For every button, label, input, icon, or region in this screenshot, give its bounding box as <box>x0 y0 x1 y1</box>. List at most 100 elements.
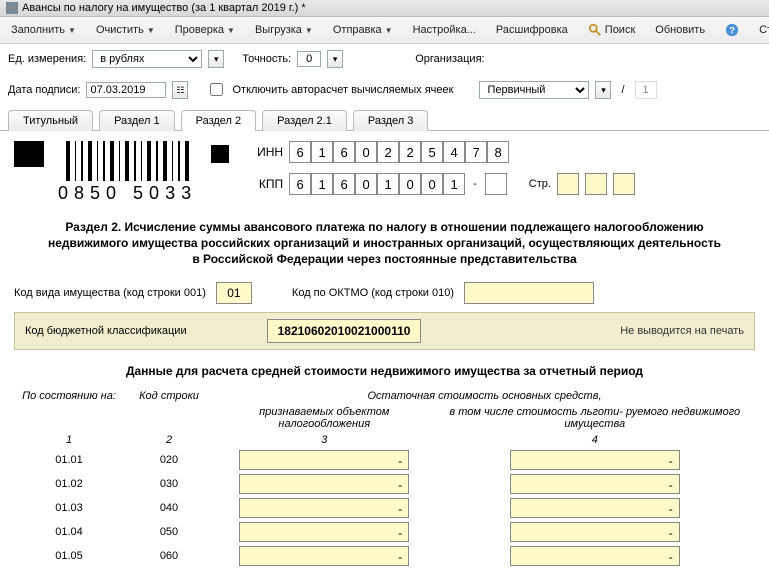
row-code: 050 <box>124 520 214 544</box>
inn-digit[interactable]: 2 <box>377 141 399 163</box>
tab-section2[interactable]: Раздел 2 <box>181 110 257 131</box>
kind-select[interactable]: Первичный <box>479 81 589 99</box>
row-val3[interactable]: - <box>239 474 409 494</box>
kpp-digit[interactable]: 0 <box>355 173 377 195</box>
property-kind-value[interactable]: 01 <box>216 282 252 304</box>
row-date: 01.01 <box>14 448 124 472</box>
table-row: 01.04050 - - <box>14 520 755 544</box>
kpp-digit[interactable]: 1 <box>311 173 333 195</box>
kbk-label: Код бюджетной классификации <box>25 325 187 337</box>
clear-button[interactable]: Очистить▼ <box>89 20 162 40</box>
kbk-value[interactable]: 18210602010021000110 <box>267 319 422 343</box>
tab-section1[interactable]: Раздел 1 <box>99 110 175 131</box>
barcode-text: 0850 5033 <box>58 183 197 204</box>
kpp-digit[interactable]: 1 <box>377 173 399 195</box>
row-val4[interactable]: - <box>510 450 680 470</box>
rates-button[interactable]: Ставки налога на иму <box>752 20 769 40</box>
oktmo-value[interactable] <box>464 282 594 304</box>
row-val3[interactable]: - <box>239 450 409 470</box>
col3-head: признаваемых объектом налогообложения <box>214 404 435 432</box>
row-val4[interactable]: - <box>510 474 680 494</box>
precision-label: Точность: <box>242 53 291 65</box>
kpp-digit[interactable]: 6 <box>289 173 311 195</box>
inn-digit[interactable]: 1 <box>311 141 333 163</box>
tab-section3[interactable]: Раздел 3 <box>353 110 429 131</box>
unit-label: Ед. измерения: <box>8 53 86 65</box>
precision-stepper[interactable]: ▾ <box>327 50 343 68</box>
page-box <box>613 173 635 195</box>
kpp-digit[interactable]: 0 <box>399 173 421 195</box>
row-val4[interactable]: - <box>510 546 680 566</box>
question-icon: ? <box>725 23 739 37</box>
kpp-digit[interactable]: 6 <box>333 173 355 195</box>
fill-button[interactable]: Заполнить▼ <box>4 20 83 40</box>
kind-dropdown-btn[interactable]: ▾ <box>595 81 611 99</box>
inn-digit[interactable]: 6 <box>289 141 311 163</box>
search-button[interactable]: Поиск <box>581 19 642 41</box>
window-titlebar: Авансы по налогу на имущество (за 1 квар… <box>0 0 769 17</box>
precision-input[interactable] <box>297 51 321 67</box>
row-code: 040 <box>124 496 214 520</box>
row-val3[interactable]: - <box>239 498 409 518</box>
window-title: Авансы по налогу на имущество (за 1 квар… <box>22 2 306 14</box>
inn-digit[interactable]: 2 <box>399 141 421 163</box>
app-icon <box>6 2 18 14</box>
upload-button[interactable]: Выгрузка▼ <box>248 20 320 40</box>
inn-label: ИНН <box>243 145 283 159</box>
row-date: 01.05 <box>14 544 124 568</box>
kpp-row: КПП 61601001 - Стр. <box>243 173 755 195</box>
date-picker-btn[interactable]: ☷ <box>172 81 188 99</box>
inn-digit[interactable]: 6 <box>333 141 355 163</box>
slash: / <box>617 84 628 96</box>
kpp-digit[interactable]: 0 <box>421 173 443 195</box>
inn-digit[interactable]: 5 <box>421 141 443 163</box>
row-val3[interactable]: - <box>239 546 409 566</box>
inn-digit[interactable]: 7 <box>465 141 487 163</box>
unit-dropdown-btn[interactable]: ▾ <box>208 50 224 68</box>
page-box <box>585 173 607 195</box>
header-block: 0850 5033 ИНН 6160225478 КПП 61601001 - … <box>14 141 755 205</box>
property-kind-label: Код вида имущества (код строки 001) <box>14 287 206 299</box>
page-label: Стр. <box>529 178 551 190</box>
kpp-extra-box[interactable] <box>485 173 507 195</box>
form-area: 0850 5033 ИНН 6160225478 КПП 61601001 - … <box>0 131 769 578</box>
cost-table: По состоянию на: Код строки Остаточная с… <box>14 388 755 568</box>
row-code: 020 <box>124 448 214 472</box>
col34-head-top: Остаточная стоимость основных средств, <box>214 388 755 404</box>
row-val4[interactable]: - <box>510 498 680 518</box>
unit-select[interactable]: в рублях <box>92 50 202 68</box>
inn-digit[interactable]: 8 <box>487 141 509 163</box>
tab-section21[interactable]: Раздел 2.1 <box>262 110 347 131</box>
autocalc-checkbox[interactable] <box>210 83 223 96</box>
page-box <box>557 173 579 195</box>
row-date: 01.02 <box>14 472 124 496</box>
send-button[interactable]: Отправка▼ <box>326 20 400 40</box>
params-row-1: Ед. измерения: в рублях ▾ Точность: ▾ Ор… <box>0 44 769 74</box>
row-code: 030 <box>124 472 214 496</box>
inn-digit[interactable]: 4 <box>443 141 465 163</box>
question-icon-button[interactable]: ? <box>718 19 746 41</box>
svg-text:?: ? <box>729 26 735 37</box>
row-val4[interactable]: - <box>510 522 680 542</box>
property-kind-line: Код вида имущества (код строки 001) 01 К… <box>14 282 755 304</box>
section-title: Раздел 2. Исчисление суммы авансового пл… <box>44 219 725 268</box>
kpp-label: КПП <box>243 177 283 191</box>
inn-row: ИНН 6160225478 <box>243 141 755 163</box>
table-row: 01.05060 - - <box>14 544 755 568</box>
date-input[interactable] <box>86 82 166 98</box>
detail-button[interactable]: Расшифровка <box>489 20 575 40</box>
col2-head: Код строки <box>124 388 214 404</box>
check-button[interactable]: Проверка▼ <box>168 20 242 40</box>
row-date: 01.03 <box>14 496 124 520</box>
tab-title[interactable]: Титульный <box>8 110 93 131</box>
row-val3[interactable]: - <box>239 522 409 542</box>
col4-head: в том числе стоимость льготи- руемого не… <box>435 404 756 432</box>
row-code: 060 <box>124 544 214 568</box>
row-date: 01.04 <box>14 520 124 544</box>
settings-button[interactable]: Настройка... <box>406 20 483 40</box>
refresh-button[interactable]: Обновить <box>648 20 712 40</box>
oktmo-label: Код по ОКТМО (код строки 010) <box>292 287 454 299</box>
kpp-digit[interactable]: 1 <box>443 173 465 195</box>
inn-digit[interactable]: 0 <box>355 141 377 163</box>
params-row-2: Дата подписи: ☷ Отключить авторасчет выч… <box>0 74 769 105</box>
